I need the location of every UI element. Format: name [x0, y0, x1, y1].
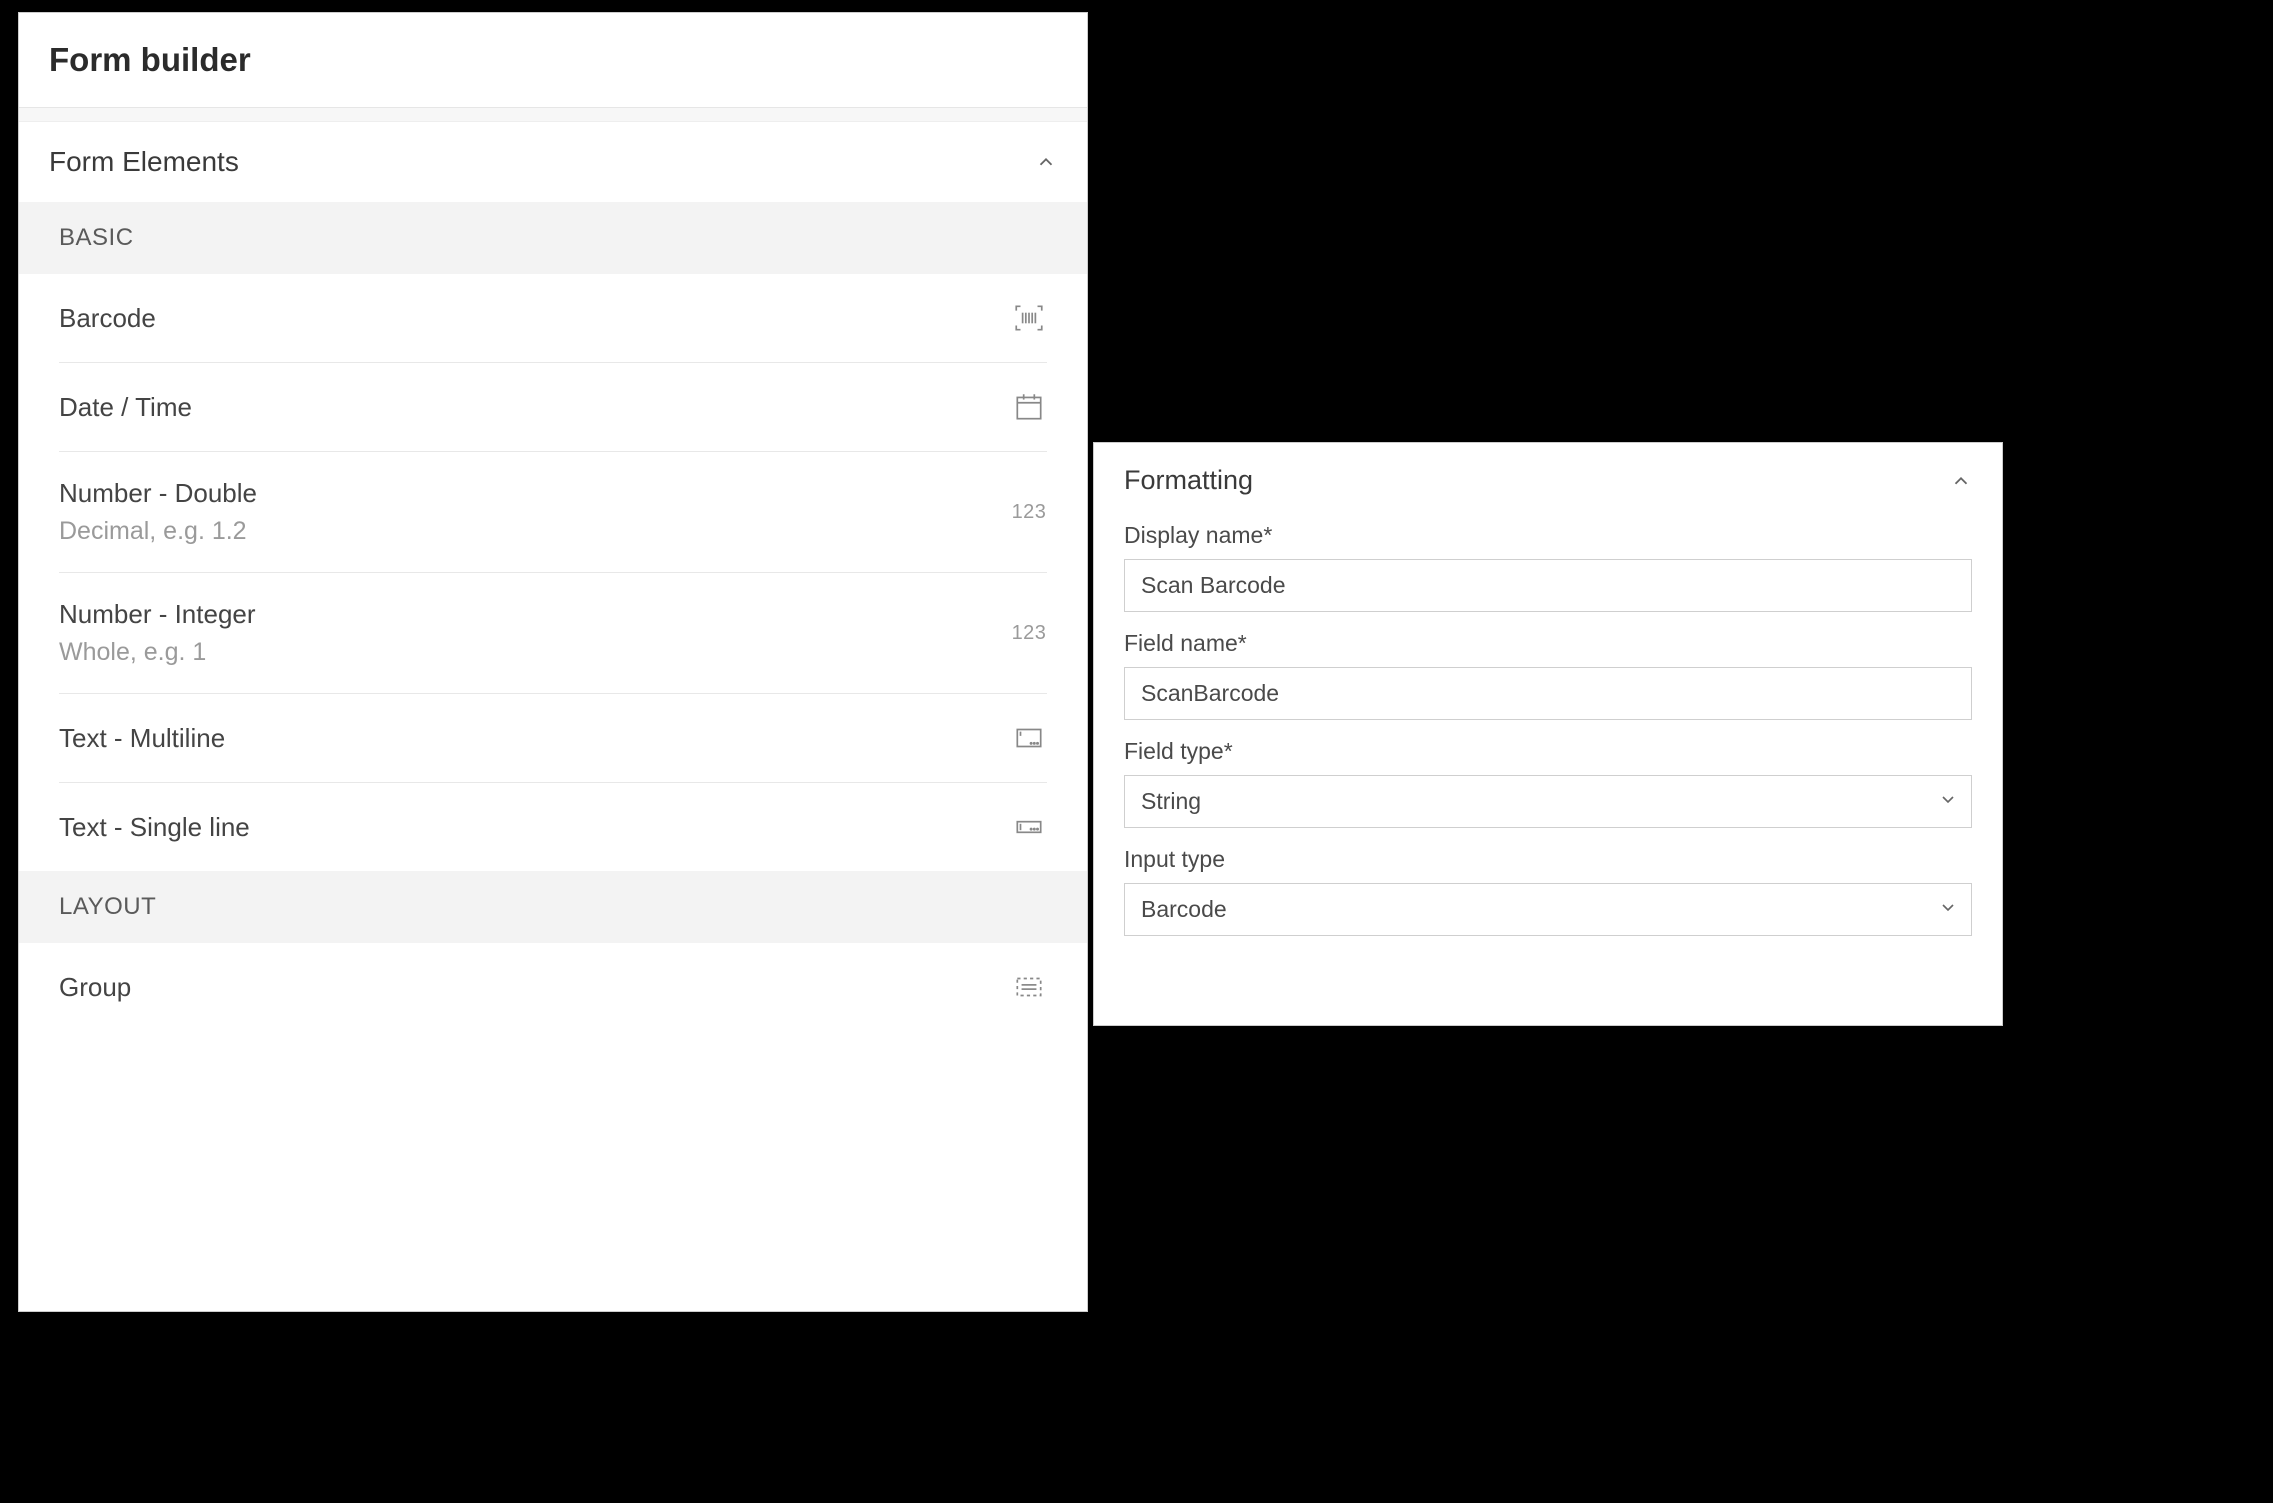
display-name-label: Display name*: [1124, 522, 1972, 549]
formatting-panel: Formatting Display name* Field name* Fie…: [1093, 442, 2003, 1026]
element-barcode[interactable]: Barcode: [59, 274, 1047, 363]
element-hint: Decimal, e.g. 1.2: [59, 517, 257, 546]
formatting-title: Formatting: [1124, 465, 1253, 496]
calendar-icon: [1011, 389, 1047, 425]
element-label: Text - Single line: [59, 812, 250, 843]
element-number-integer[interactable]: Number - Integer Whole, e.g. 1 123: [59, 573, 1047, 694]
layout-elements-list: Group: [19, 943, 1087, 1031]
field-name-label: Field name*: [1124, 630, 1972, 657]
input-type-label: Input type: [1124, 846, 1972, 873]
element-hint: Whole, e.g. 1: [59, 638, 256, 667]
form-builder-header: Form builder: [19, 13, 1087, 108]
form-elements-section-title: Form Elements: [49, 146, 239, 178]
number-123-icon: 123: [1011, 494, 1047, 530]
field-type-label: Field type*: [1124, 738, 1972, 765]
chevron-up-icon: [1035, 151, 1057, 173]
element-label: Text - Multiline: [59, 723, 225, 754]
group-icon: [1011, 969, 1047, 1005]
form-builder-title: Form builder: [49, 41, 1057, 79]
display-name-group: Display name*: [1124, 522, 1972, 612]
element-label: Group: [59, 972, 131, 1003]
input-type-group: Input type Barcode: [1124, 846, 1972, 936]
element-label: Number - Double: [59, 478, 257, 509]
header-gap: [19, 108, 1087, 122]
number-123-icon: 123: [1011, 615, 1047, 651]
text-multiline-icon: [1011, 720, 1047, 756]
form-elements-section-header[interactable]: Form Elements: [19, 122, 1087, 202]
formatting-body: Display name* Field name* Field type* St…: [1094, 518, 2002, 936]
form-builder-panel: Form builder Form Elements BASIC Barcode: [18, 12, 1088, 1312]
category-layout-header: LAYOUT: [19, 871, 1087, 943]
element-datetime[interactable]: Date / Time: [59, 363, 1047, 452]
field-name-input[interactable]: [1124, 667, 1972, 720]
barcode-icon: [1011, 300, 1047, 336]
input-type-select[interactable]: Barcode: [1124, 883, 1972, 936]
display-name-input[interactable]: [1124, 559, 1972, 612]
formatting-header[interactable]: Formatting: [1094, 443, 2002, 518]
element-label: Number - Integer: [59, 599, 256, 630]
element-text-singleline[interactable]: Text - Single line: [59, 783, 1047, 871]
element-group[interactable]: Group: [59, 943, 1047, 1031]
text-singleline-icon: [1011, 809, 1047, 845]
field-type-select[interactable]: String: [1124, 775, 1972, 828]
element-label: Barcode: [59, 303, 156, 334]
basic-elements-list: Barcode Date / Time: [19, 274, 1087, 871]
chevron-up-icon: [1950, 470, 1972, 492]
element-number-double[interactable]: Number - Double Decimal, e.g. 1.2 123: [59, 452, 1047, 573]
field-name-group: Field name*: [1124, 630, 1972, 720]
element-text-multiline[interactable]: Text - Multiline: [59, 694, 1047, 783]
element-label: Date / Time: [59, 392, 192, 423]
category-basic-header: BASIC: [19, 202, 1087, 274]
field-type-group: Field type* String: [1124, 738, 1972, 828]
